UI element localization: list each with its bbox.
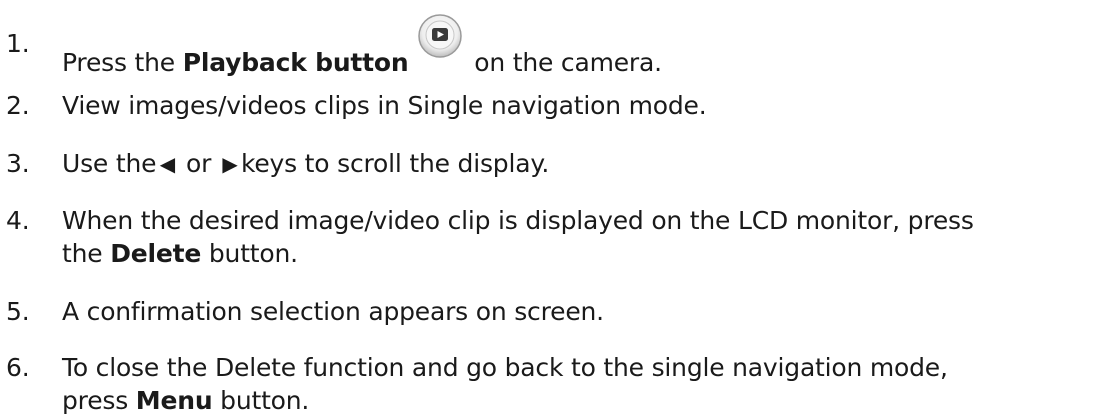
- step-text: A confirmation selection appears on scre…: [62, 297, 604, 326]
- menu-button-label: Menu: [135, 386, 213, 415]
- step-text: Use the ◀ or ▶ keys to scroll the display.: [62, 147, 549, 181]
- step-text: View images/videos clips in Single navig…: [62, 91, 707, 120]
- playback-button-icon: [417, 14, 463, 73]
- step-number: 2.: [6, 91, 30, 120]
- right-arrow-key-icon: ▶: [222, 152, 238, 176]
- step-number: 3.: [6, 149, 30, 178]
- step-text: When the desired image/video clip is dis…: [62, 206, 974, 268]
- delete-button-label: Delete: [110, 239, 202, 268]
- left-arrow-key-icon: ◀: [159, 152, 175, 176]
- step-text: To close the Delete function and go back…: [62, 353, 948, 415]
- step-number: 5.: [6, 297, 30, 326]
- step-number: 1.: [6, 29, 30, 58]
- playback-button-label: Playback button: [182, 48, 409, 77]
- step-number: 6.: [6, 353, 30, 382]
- step-text: Press the Playback button on the camera.: [62, 14, 662, 79]
- step-number: 4.: [6, 206, 30, 235]
